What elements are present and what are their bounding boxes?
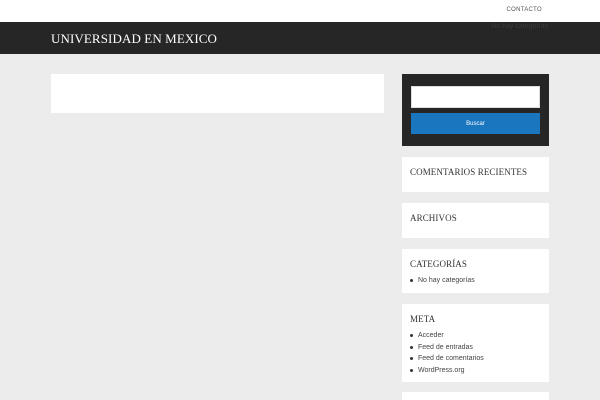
top-bar: CONTACTO [0, 0, 600, 22]
recent-comments-title: COMENTARIOS RECIENTES [410, 167, 528, 177]
site-header: UNIVERSIDAD EN MEXICO No hay categorías [0, 22, 600, 54]
contact-link[interactable]: CONTACTO [506, 7, 542, 13]
meta-widget: META Acceder Feed de entradas Feed de co… [402, 304, 549, 382]
next-widget-edge [402, 392, 549, 400]
list-item: WordPress.org [410, 365, 541, 377]
list-item: No hay categorías [410, 275, 541, 287]
site-title[interactable]: UNIVERSIDAD EN MEXICO [51, 31, 217, 47]
categories-widget: CATEGORÍAS No hay categorías [402, 249, 549, 293]
archives-widget: ARCHIVOS [402, 203, 549, 238]
archives-title: ARCHIVOS [410, 213, 457, 223]
meta-list: Acceder Feed de entradas Feed de comenta… [410, 330, 541, 376]
meta-link-login[interactable]: Acceder [418, 332, 444, 339]
list-item: Feed de comentarios [410, 353, 541, 365]
list-item: Feed de entradas [410, 342, 541, 354]
meta-title: META [410, 314, 436, 324]
recent-comments-widget: COMENTARIOS RECIENTES [402, 157, 549, 192]
header-menu-note: No hay categorías [491, 23, 548, 30]
meta-link-entries-feed[interactable]: Feed de entradas [418, 344, 473, 351]
meta-link-comments-feed[interactable]: Feed de comentarios [418, 355, 484, 362]
categories-title: CATEGORÍAS [410, 259, 468, 269]
categories-list: No hay categorías [410, 275, 541, 287]
search-widget: Buscar [402, 74, 549, 146]
main-content-card [51, 74, 384, 113]
search-button[interactable]: Buscar [411, 113, 540, 134]
meta-link-wordpress[interactable]: WordPress.org [418, 367, 465, 374]
search-input[interactable] [411, 86, 540, 108]
list-item: Acceder [410, 330, 541, 342]
